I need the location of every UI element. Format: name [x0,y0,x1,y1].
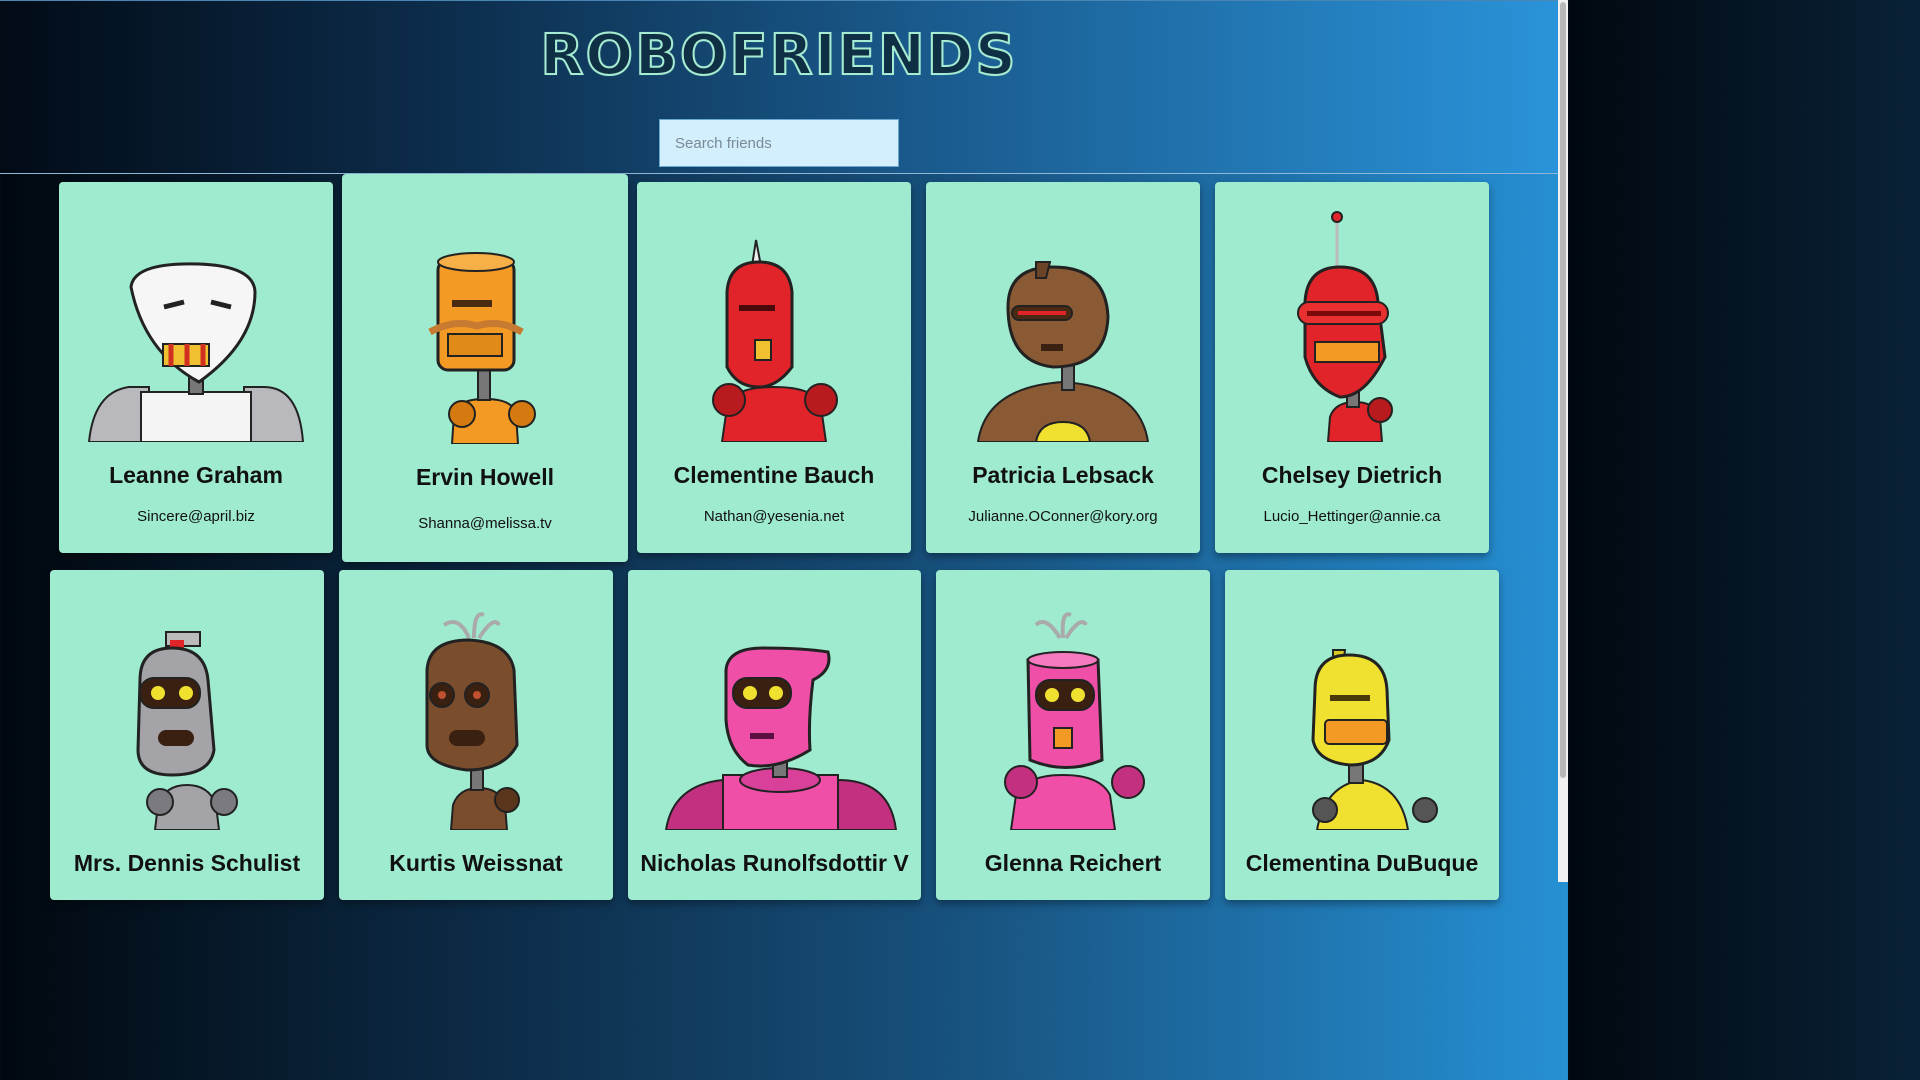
robot-avatar-image [1297,211,1393,442]
robot-email: Nathan@yesenia.net [703,508,845,525]
robot-name: Glenna Reichert [984,850,1162,876]
robot-email: Sincere@april.biz [137,508,255,525]
robot-avatar-image [1311,649,1438,830]
robot-email: Lucio_Hettinger@annie.ca [1263,508,1441,525]
robot-avatar-image [976,261,1150,442]
robot-card[interactable]: Clementina DuBuque [1225,570,1499,900]
robot-card[interactable]: Glenna Reichert [936,570,1210,900]
robot-card[interactable]: Ervin Howell Shanna@melissa.tv [342,174,628,562]
scrollbar-thumb[interactable] [1560,2,1566,778]
app-title: ROBOFRIENDS [539,22,1018,89]
robot-card[interactable]: Nicholas Runolfsdottir V [628,570,921,900]
robot-avatar-image [136,631,238,830]
scrollbar[interactable] [1558,0,1568,882]
robot-card[interactable]: Patricia Lebsack Julianne.OConner@kory.o… [926,182,1200,553]
robot-name: Ervin Howell [415,464,555,490]
robot-name: Patricia Lebsack [972,462,1154,488]
robot-card[interactable]: Chelsey Dietrich Lucio_Hettinger@annie.c… [1215,182,1489,553]
robot-name: Clementine Bauch [673,462,875,488]
robot-name: Nicholas Runolfsdottir V [640,850,909,876]
robot-email: Julianne.OConner@kory.org [968,508,1158,525]
robot-avatar-image [1004,612,1145,830]
robot-name: Chelsey Dietrich [1261,462,1443,488]
robot-name: Kurtis Weissnat [389,850,563,876]
robot-name: Mrs. Dennis Schulist [73,850,301,876]
robot-avatar-image [428,252,536,444]
robot-card[interactable]: Clementine Bauch Nathan@yesenia.net [637,182,911,553]
robot-avatar-image [87,262,305,442]
robot-name: Clementina DuBuque [1245,850,1479,876]
robot-avatar-image [425,612,520,830]
robot-name: Leanne Graham [109,462,283,488]
search-input[interactable] [659,119,899,167]
robot-card[interactable]: Mrs. Dennis Schulist [50,570,324,900]
robot-card[interactable]: Kurtis Weissnat [339,570,613,900]
robot-avatar-image [712,239,838,442]
robot-email: Shanna@melissa.tv [418,515,552,532]
robot-avatar-image [664,646,898,830]
header: ROBOFRIENDS [0,0,1558,174]
robot-card[interactable]: Leanne Graham Sincere@april.biz [59,182,333,553]
